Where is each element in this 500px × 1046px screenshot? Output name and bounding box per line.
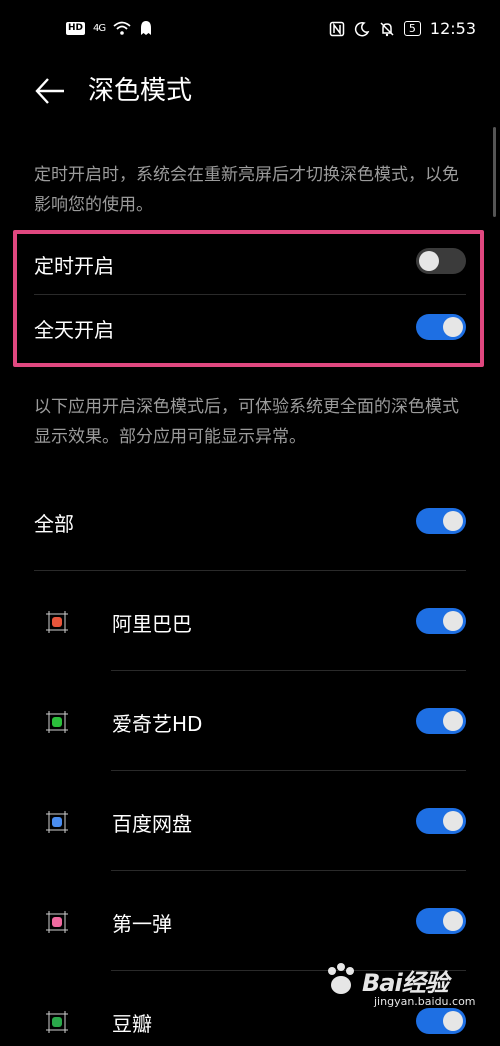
wifi-icon [113,21,131,35]
page-title: 深色模式 [88,76,193,106]
setting-row-all-day[interactable]: 全天开启 [0,300,500,356]
app-row[interactable]: 阿里巴巴 [0,598,500,646]
watermark-brand: Bai经验 [362,969,449,997]
back-arrow-icon[interactable] [34,76,66,106]
nfc-icon [329,21,345,36]
app-label: 阿里巴巴 [112,612,192,636]
watermark-url: jingyan.baidu.com [374,995,476,1008]
schedule-note: 定时开启时，系统会在重新亮屏后才切换深色模式，以免影响您的使用。 [34,165,459,215]
app-toggle[interactable] [416,908,466,934]
clock: 12:53 [429,19,476,38]
app-icon [46,811,68,833]
toggle-knob [443,911,463,931]
all-day-toggle[interactable] [416,314,466,340]
hd-badge: HD [66,21,86,35]
app-icon [46,1011,68,1033]
status-right: 5 12:53 [329,19,476,38]
status-bar: HD 4G 5 12:53 [0,0,500,60]
toggle-knob [419,251,439,271]
app-toggle[interactable] [416,608,466,634]
all-apps-toggle[interactable] [416,508,466,534]
app-row-all[interactable]: 全部 [0,496,500,548]
scroll-indicator[interactable] [493,127,496,217]
divider [34,570,466,571]
toggle-knob [443,511,463,531]
all-day-label: 全天开启 [34,318,114,342]
divider [111,670,466,671]
signal-indicator: 4G [93,22,106,34]
apps-note: 以下应用开启深色模式后，可体验系统更全面的深色模式显示效果。部分应用可能显示异常… [34,397,459,447]
bell-off-icon [380,21,394,36]
divider [111,870,466,871]
app-toggle[interactable] [416,808,466,834]
app-label: 爱奇艺HD [112,712,203,736]
app-label: 豆瓣 [112,1012,152,1036]
toggle-knob [443,711,463,731]
all-apps-label: 全部 [34,512,74,536]
toggle-knob [443,811,463,831]
app-icon [46,911,68,933]
setting-row-scheduled[interactable]: 定时开启 [0,236,500,292]
app-icon [46,611,68,633]
baidu-jingyan-watermark: Bai经验 jingyan.baidu.com [314,957,476,1013]
app-row[interactable]: 第一弹 [0,898,500,946]
app-icon [46,711,68,733]
moon-icon [354,21,370,36]
divider [34,294,466,295]
app-label: 第一弹 [112,912,172,936]
toggle-knob [443,611,463,631]
paw-logo-icon [328,963,354,994]
app-row[interactable]: 爱奇艺HD [0,698,500,746]
toggle-knob [443,1011,463,1031]
app-toggle[interactable] [416,708,466,734]
battery-icon: 5 [403,21,421,36]
app-header: 深色模式 [0,60,500,124]
ghost-icon [141,21,152,35]
toggle-knob [443,317,463,337]
app-label: 百度网盘 [112,812,192,836]
scheduled-label: 定时开启 [34,254,114,278]
divider [111,770,466,771]
scheduled-toggle[interactable] [416,248,466,274]
app-row[interactable]: 百度网盘 [0,798,500,846]
status-left: HD 4G [66,20,153,36]
